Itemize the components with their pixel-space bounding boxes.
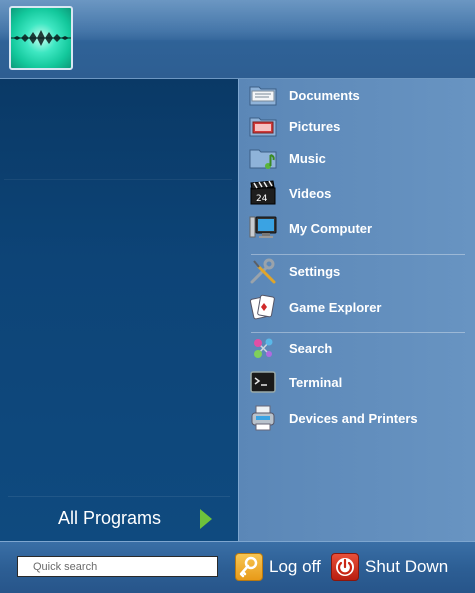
folder-documents-icon	[249, 81, 277, 109]
menu-item-label: Devices and Printers	[289, 410, 418, 426]
start-menu-header	[0, 0, 475, 79]
menu-item-label: Settings	[289, 263, 341, 279]
menu-item-search[interactable]: Search	[249, 333, 467, 363]
menu-item-label: Pictures	[289, 118, 341, 134]
log-off-button[interactable]: Log off	[235, 551, 321, 583]
menu-item-label: Game Explorer	[289, 299, 382, 315]
menu-item-my-computer[interactable]: My Computer	[249, 213, 467, 243]
folder-music-icon	[249, 144, 277, 172]
start-menu: All Programs Documents Pictures Music 24…	[0, 0, 475, 593]
programs-pane: All Programs	[0, 79, 238, 541]
menu-item-label: Videos	[289, 185, 332, 201]
menu-item-documents[interactable]: Documents	[249, 80, 467, 110]
menu-item-pictures[interactable]: Pictures	[249, 111, 467, 141]
key-icon	[235, 553, 263, 581]
green-arrow-right-icon	[200, 509, 212, 529]
menu-item-label: Music	[289, 150, 326, 166]
menu-item-music[interactable]: Music	[249, 143, 467, 173]
menu-item-settings[interactable]: Settings	[249, 256, 467, 286]
menu-item-label: Search	[289, 340, 333, 356]
wrench-screwdriver-icon	[249, 257, 277, 285]
shut-down-label: Shut Down	[365, 557, 449, 576]
power-icon	[331, 553, 359, 581]
menu-item-videos[interactable]: 24 Videos	[249, 178, 467, 208]
separator	[251, 254, 465, 255]
start-menu-footer: Quick search Log off Shut Down	[0, 541, 475, 593]
menu-item-label: Documents	[289, 87, 360, 103]
menu-item-label: Terminal	[289, 374, 343, 390]
divider	[4, 179, 232, 180]
all-programs-label: All Programs	[58, 508, 162, 528]
film-clapper-icon: 24	[249, 179, 277, 207]
mirrored-waveform-avatar	[11, 30, 71, 46]
menu-item-terminal[interactable]: Terminal	[249, 367, 467, 397]
devices-printers-icon	[249, 404, 277, 432]
menu-item-label: My Computer	[289, 220, 373, 236]
menu-item-game-explorer[interactable]: Game Explorer	[249, 292, 467, 322]
places-pane: Documents Pictures Music 24 Videos My Co…	[238, 79, 475, 541]
menu-item-devices-and-printers[interactable]: Devices and Printers	[249, 403, 467, 433]
search-network-icon	[249, 334, 277, 362]
user-avatar[interactable]	[9, 6, 73, 70]
playing-cards-icon	[249, 293, 277, 321]
svg-text:24: 24	[256, 194, 268, 204]
folder-pictures-icon	[249, 112, 277, 140]
quick-search-input[interactable]: Quick search	[17, 556, 218, 577]
all-programs-button[interactable]: All Programs	[8, 496, 230, 541]
terminal-icon	[249, 368, 277, 396]
computer-monitor-icon	[249, 214, 277, 242]
shut-down-button[interactable]: Shut Down	[331, 551, 448, 583]
log-off-label: Log off	[269, 557, 321, 576]
